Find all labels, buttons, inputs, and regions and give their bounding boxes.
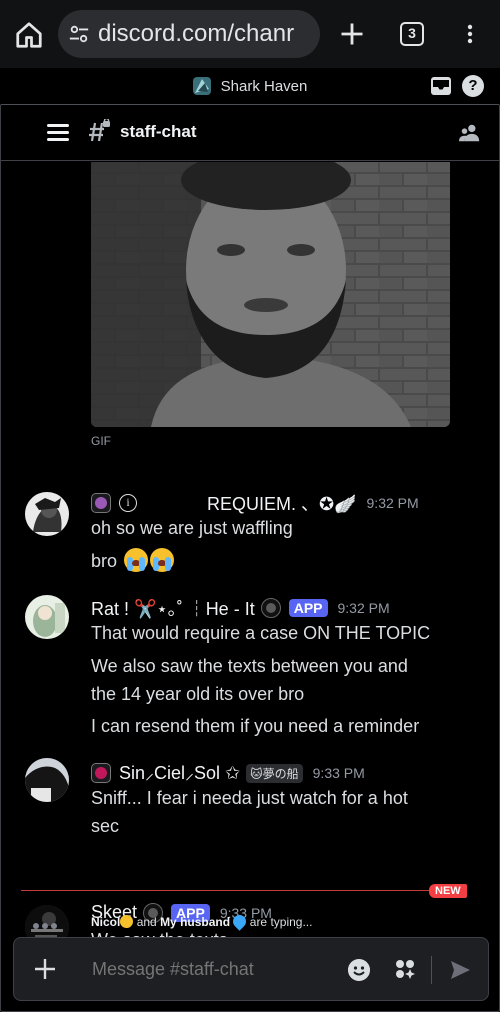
new-tab-icon[interactable] [338, 20, 366, 48]
attach-plus-icon[interactable] [34, 958, 56, 980]
sob-emoji-icon [124, 548, 149, 572]
channel-header: staff-chat [1, 105, 499, 161]
message-text: Sniff... I fear i needa just watch for a… [91, 788, 408, 808]
home-icon[interactable] [14, 20, 44, 50]
message-input[interactable] [92, 959, 342, 980]
typing-user: My husband [160, 915, 231, 929]
message-text: That would require a case ON THE TOPIC [91, 623, 431, 643]
typing-user: Nicol [91, 915, 121, 929]
typing-connector: and [136, 915, 157, 929]
site-settings-icon[interactable] [68, 23, 90, 45]
new-messages-badge: NEW [429, 884, 467, 898]
gif-embed[interactable] [91, 162, 450, 427]
channel-name: staff-chat [120, 122, 197, 141]
guild-tag[interactable]: 🐱夢の船 [246, 763, 303, 783]
username[interactable]: Sin⸝Ciel⸝Sol ✩ [119, 761, 240, 785]
new-messages-divider [21, 890, 465, 891]
message-text: I can resend them if you need a reminder [91, 716, 420, 736]
avatar[interactable] [25, 492, 69, 536]
message-text: We also saw the texts between you and [91, 656, 408, 676]
more-options-icon[interactable] [458, 20, 482, 48]
timestamp: 9:32 PM [366, 495, 419, 511]
timestamp: 9:32 PM [337, 600, 390, 616]
message-text-line: bro [91, 548, 175, 572]
emoji-picker-icon[interactable] [348, 959, 370, 981]
address-bar[interactable]: discord.com/chanr [58, 10, 320, 58]
role-icon [91, 493, 111, 513]
timestamp: 9:33 PM [312, 765, 365, 781]
blue-heart-emoji-icon [230, 912, 250, 931]
message-text: bro [91, 551, 118, 571]
browser-toolbar: discord.com/chanr 3 [0, 0, 500, 68]
message-text: sec [91, 816, 120, 836]
help-icon[interactable]: ? [462, 75, 484, 97]
info-icon: i [119, 494, 137, 512]
typing-indicator: Nicol and My husband are typing... [1, 908, 499, 936]
member-list-icon[interactable] [459, 122, 481, 144]
typing-suffix: are typing... [249, 915, 313, 929]
message-header: i REQUIEM. 、✪🪽 9:32 PM [91, 490, 419, 516]
typing-text: Nicol and My husband are typing... [91, 912, 313, 931]
locked-channel-hash-icon [89, 119, 110, 142]
gif-label: GIF [91, 434, 111, 448]
composer-divider [431, 956, 432, 984]
hamburger-menu-icon[interactable] [47, 122, 69, 142]
tab-switcher-button[interactable]: 3 [400, 22, 424, 46]
message-text: the 14 year old its over bro [91, 684, 305, 704]
message-text: oh so we are just waffling [91, 518, 293, 538]
message-composer [13, 937, 489, 1001]
url-text: discord.com/chanr [98, 20, 295, 47]
status-orb-icon [260, 598, 281, 618]
message-header: Rat ! ✂️⋆｡˚ ┆He - It APP 9:32 PM [91, 595, 390, 621]
gif-image [91, 162, 450, 427]
avatar[interactable] [25, 758, 69, 802]
sob-emoji-icon [150, 548, 175, 572]
message-header: Sin⸝Ciel⸝Sol ✩ 🐱夢の船 9:33 PM [91, 761, 365, 785]
app-badge: APP [288, 599, 328, 617]
discord-app: staff-chat GIF i REQUIEM. 、✪🪽 9:32 PM oh… [0, 104, 500, 1012]
role-icon [91, 763, 111, 783]
server-name: Shark Haven [220, 77, 308, 95]
avatar[interactable] [25, 595, 69, 639]
username[interactable]: Rat ! ✂️⋆｡˚ ┆He - It [91, 595, 255, 621]
message-list[interactable]: GIF i REQUIEM. 、✪🪽 9:32 PM oh so we are … [1, 162, 499, 942]
send-icon[interactable] [448, 958, 472, 982]
server-icon[interactable] [192, 77, 211, 95]
apps-icon[interactable] [394, 958, 416, 980]
sun-emoji-icon [120, 915, 134, 928]
typing-dots-icon [33, 918, 60, 932]
username[interactable]: REQUIEM. 、✪🪽 [207, 490, 357, 516]
inbox-icon[interactable] [430, 76, 452, 96]
server-header: Shark Haven ? [0, 68, 500, 104]
